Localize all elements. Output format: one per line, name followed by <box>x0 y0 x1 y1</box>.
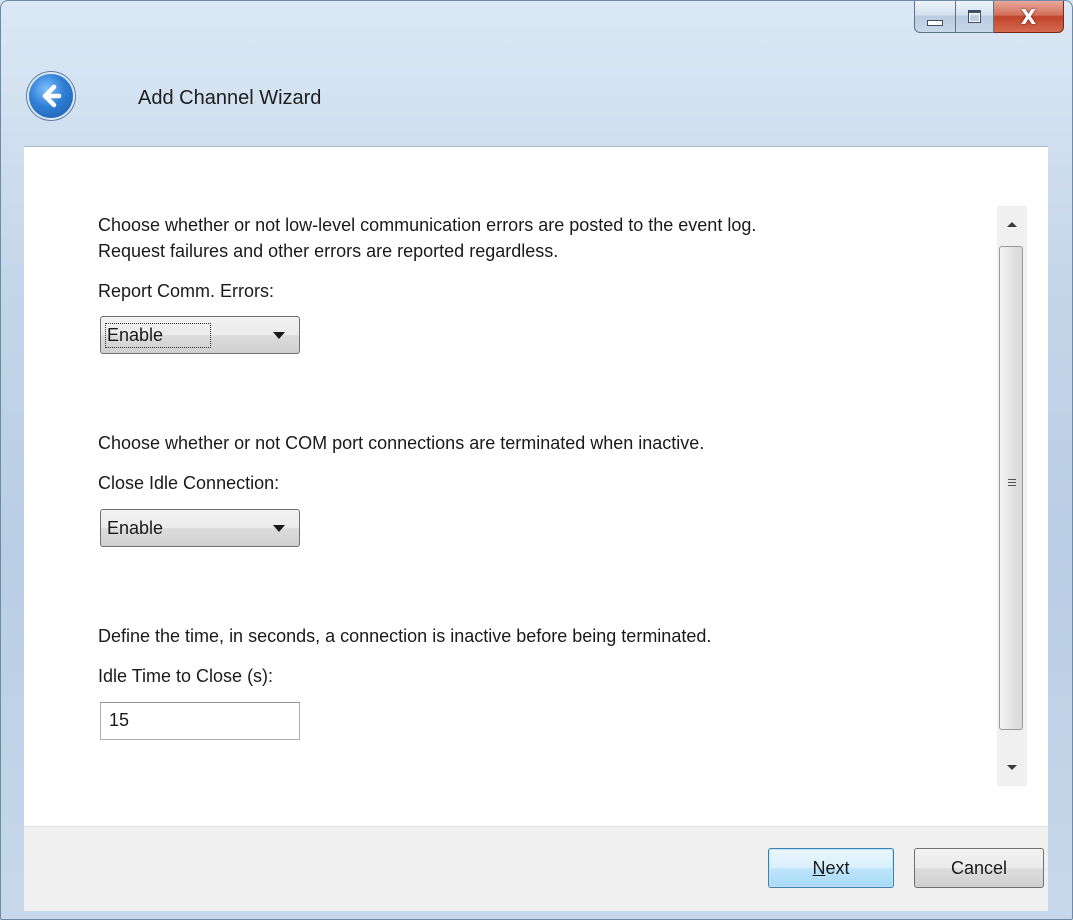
content-scrollbar[interactable] <box>997 206 1027 786</box>
back-arrow-icon <box>42 84 62 108</box>
next-label: ext <box>825 857 850 878</box>
idle-time-label: Idle Time to Close (s): <box>98 666 274 686</box>
button-bar <box>24 826 1048 911</box>
scroll-down-icon <box>1007 765 1017 770</box>
scroll-grip-icon <box>1008 479 1016 488</box>
cancel-button[interactable]: Cancel <box>914 848 1044 888</box>
report-comm-errors-description-2: Request failures and other errors are re… <box>98 241 559 261</box>
wizard-title: Add Channel Wizard <box>138 87 322 109</box>
back-button[interactable] <box>29 74 73 118</box>
close-idle-connection-value: Enable <box>107 518 164 538</box>
dropdown-arrow-icon <box>273 332 285 339</box>
scroll-up-icon <box>1007 222 1017 227</box>
close-icon: X <box>1020 4 1037 29</box>
next-mnemonic: N <box>812 857 826 878</box>
window-frame: X Add Channel Wizard Choose whether or n… <box>0 0 1073 920</box>
idle-time-description: Define the time, in seconds, a connectio… <box>98 626 712 646</box>
dropdown-arrow-icon <box>273 525 285 532</box>
idle-time-input[interactable] <box>101 703 297 737</box>
report-comm-errors-description-1: Choose whether or not low-level communic… <box>98 215 757 235</box>
close-idle-connection-select[interactable]: Enable <box>100 509 300 547</box>
report-comm-errors-label: Report Comm. Errors: <box>98 281 275 301</box>
idle-time-field[interactable] <box>100 702 300 740</box>
report-comm-errors-value: Enable <box>104 323 212 348</box>
report-comm-errors-select[interactable]: Enable <box>100 316 300 354</box>
scroll-up-button[interactable] <box>997 206 1027 242</box>
close-idle-connection-label: Close Idle Connection: <box>98 473 280 493</box>
minimize-icon <box>927 19 943 26</box>
caption-buttons: X <box>914 1 1064 35</box>
scroll-thumb[interactable] <box>999 246 1023 730</box>
close-button[interactable]: X <box>994 1 1064 33</box>
scroll-down-button[interactable] <box>997 750 1027 786</box>
minimize-button[interactable] <box>914 1 956 33</box>
next-button[interactable]: Next <box>768 848 894 888</box>
maximize-icon <box>968 10 981 23</box>
maximize-button[interactable] <box>956 1 994 33</box>
close-idle-connection-description: Choose whether or not COM port connectio… <box>98 433 705 453</box>
